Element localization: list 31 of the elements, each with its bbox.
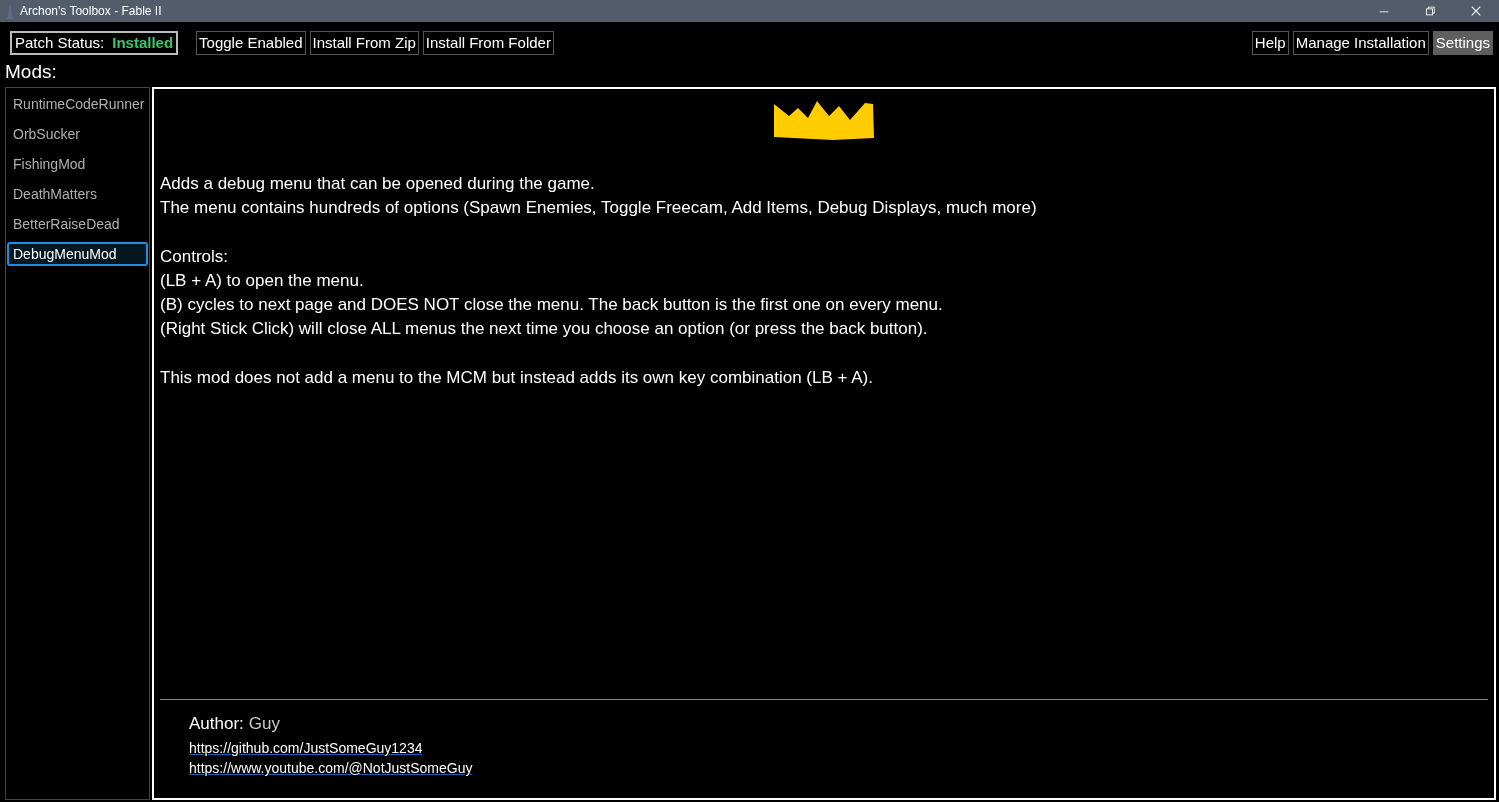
app-icon bbox=[6, 3, 14, 19]
mod-list-item[interactable]: OrbSucker bbox=[7, 122, 148, 146]
mods-heading: Mods: bbox=[4, 60, 58, 84]
author-label: Author: bbox=[189, 714, 244, 733]
toolbar-button[interactable]: Toggle Enabled bbox=[196, 30, 306, 55]
close-icon bbox=[1470, 5, 1482, 17]
description-text: Adds a debug menu that can be opened during the game. bbox=[160, 173, 596, 195]
toolbar-button[interactable]: Install From Zip bbox=[309, 30, 419, 55]
description-text: Controls: bbox=[160, 245, 230, 268]
status-value: Installed bbox=[112, 34, 174, 51]
description-text: The menu contains hundreds of options (Spawn Enemies, Toggle Freecam, Add Items, Debug Displays, much more) bbox=[160, 197, 1038, 220]
window-title: Archon's Toolbox - Fable II bbox=[20, 4, 162, 18]
mod-list-item[interactable]: RuntimeCodeRunner bbox=[7, 92, 148, 116]
status-label: Patch Status: bbox=[15, 34, 105, 51]
toolbar-button[interactable]: Settings bbox=[1432, 30, 1493, 55]
mod-list-item[interactable]: BetterRaiseDead bbox=[7, 212, 148, 236]
description-text: (B) cycles to next page and DOES NOT close the menu. The back button is the first one on every menu. bbox=[160, 294, 944, 317]
toolbar-button[interactable]: Manage Installation bbox=[1292, 30, 1429, 55]
link[interactable]: https://github.com/JustSomeGuy1234 bbox=[189, 738, 423, 758]
mod-list-item[interactable]: DeathMatters bbox=[7, 182, 148, 206]
mod-list-item[interactable]: DebugMenuMod bbox=[7, 242, 148, 266]
toolbar-button[interactable]: Help bbox=[1251, 30, 1289, 55]
author-name: Guy bbox=[248, 714, 280, 733]
description-text: (Right Stick Click) will close ALL menus the next time you choose an option (or press the back button). bbox=[160, 318, 929, 341]
description-text: This mod does not add a menu to the MCM but instead adds its own key combination (LB + A). bbox=[160, 366, 874, 389]
crown-icon bbox=[773, 100, 875, 140]
link[interactable]: https://www.youtube.com/@NotJustSomeGuy bbox=[189, 758, 473, 778]
toolbar-button[interactable]: Install From Folder bbox=[422, 30, 554, 55]
restore-icon bbox=[1424, 5, 1436, 17]
mod-list-item[interactable]: FishingMod bbox=[7, 152, 148, 176]
description-text: (LB + A) to open the menu. bbox=[160, 269, 365, 292]
